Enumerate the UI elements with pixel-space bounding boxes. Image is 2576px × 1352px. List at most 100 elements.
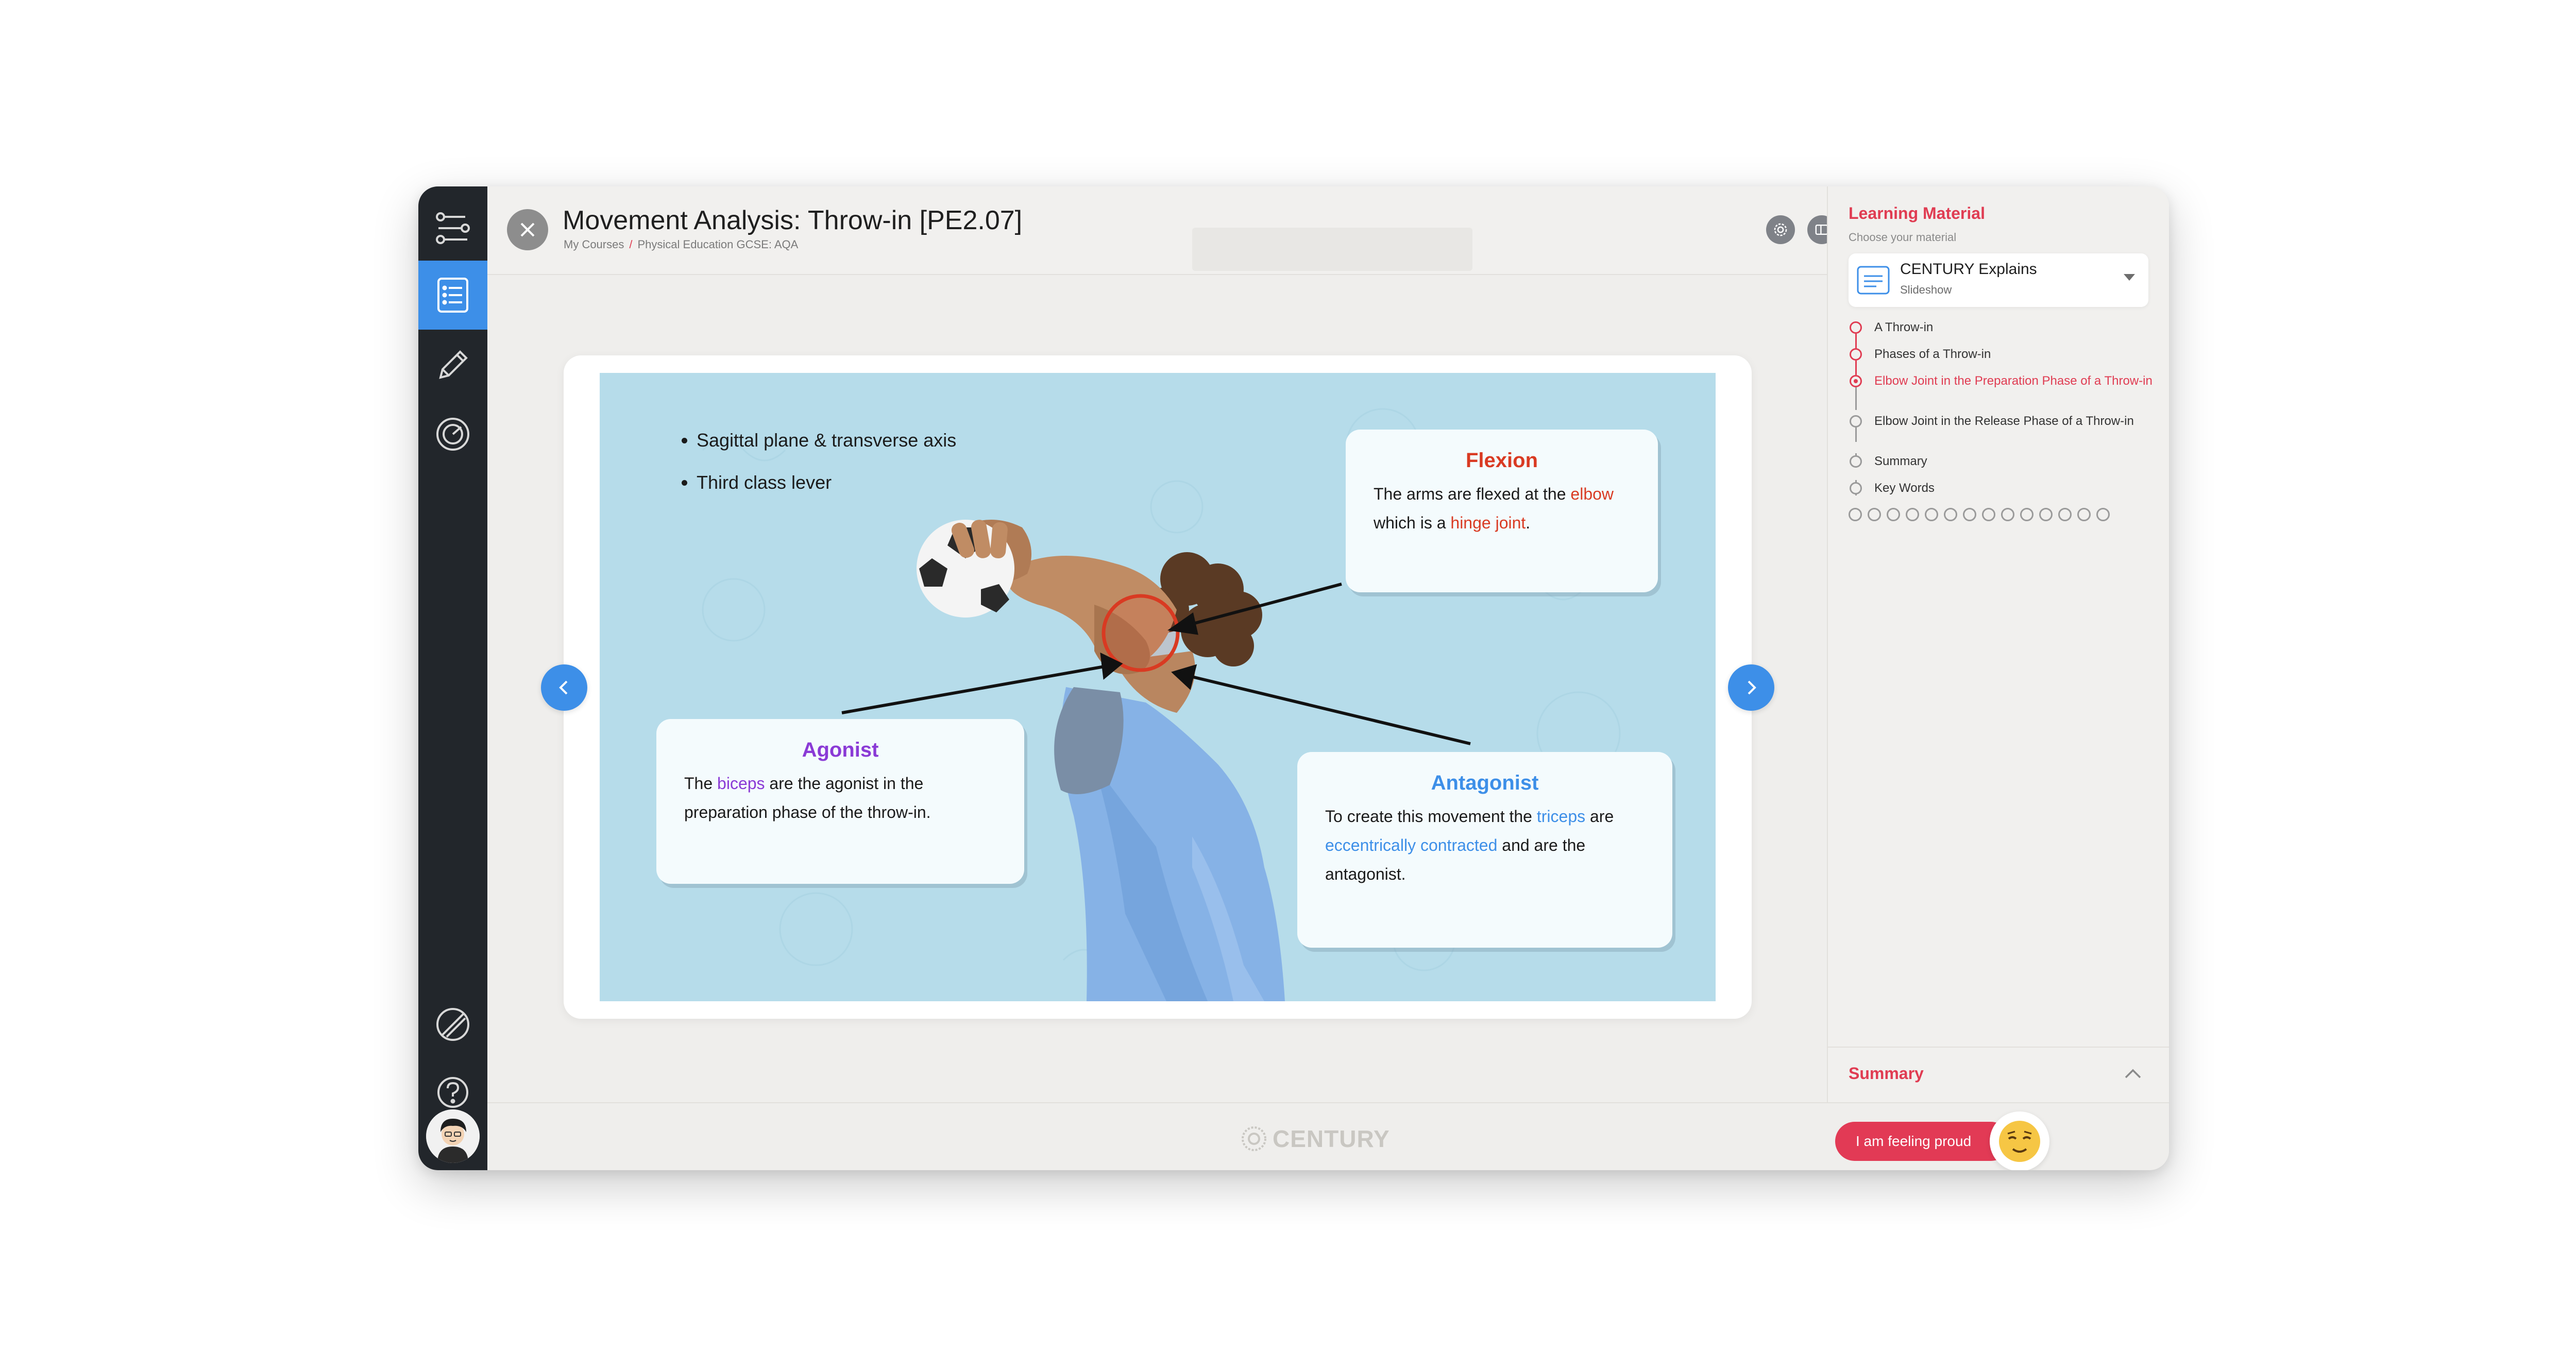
breadcrumb-separator: / [629, 238, 633, 251]
agonist-text-part: The [684, 774, 718, 793]
pencil-icon[interactable] [418, 331, 487, 400]
faded-tooltip [1192, 228, 1472, 271]
flexion-text-part: which is a [1374, 514, 1451, 532]
flexion-highlight-hinge-joint: hinge joint [1450, 514, 1526, 532]
step-label: Elbow Joint in the Release Phase of a Th… [1874, 414, 2134, 428]
step-connector [1855, 361, 1857, 375]
panel-title: Learning Material [1849, 204, 1985, 223]
chevron-down-icon [2124, 274, 2135, 281]
dashboard-gauge-icon[interactable] [418, 400, 487, 469]
breadcrumb: My Courses / Physical Education GCSE: AQA [564, 238, 798, 251]
app-window: Movement Analysis: Throw-in [PE2.07] My … [418, 186, 2169, 1170]
step-dot [1850, 375, 1862, 387]
flexion-text-part: . [1526, 514, 1531, 532]
breadcrumb-my-courses[interactable]: My Courses [564, 238, 624, 251]
panel-subtitle: Choose your material [1849, 231, 1957, 244]
progress-dot[interactable] [1963, 508, 1976, 521]
progress-dot[interactable] [2001, 508, 2014, 521]
feeling-button[interactable]: I am feeling proud [1835, 1122, 2010, 1161]
avatar[interactable] [426, 1109, 480, 1163]
step-item[interactable]: Phases of a Throw-in [1849, 347, 1991, 362]
chevron-left-icon [559, 680, 568, 695]
previous-slide-button[interactable] [541, 664, 587, 711]
bullet-item: Third class lever [697, 472, 956, 493]
progress-dot[interactable] [1868, 508, 1881, 521]
step-connector [1855, 426, 1857, 442]
slideshow-icon [1857, 266, 1890, 295]
antagonist-highlight-triceps: triceps [1536, 807, 1586, 826]
flexion-text-part: The arms are flexed at the [1374, 485, 1571, 503]
step-item[interactable]: Summary [1849, 454, 1927, 469]
flexion-highlight-elbow: elbow [1570, 485, 1614, 503]
progress-dot[interactable] [1887, 508, 1900, 521]
antagonist-highlight-eccentric: eccentrically contracted [1325, 836, 1498, 854]
material-select[interactable]: CENTURY Explains Slideshow [1849, 253, 2148, 307]
breadcrumb-course[interactable]: Physical Education GCSE: AQA [637, 238, 798, 251]
settings-icon[interactable] [1766, 215, 1795, 244]
progress-dot[interactable] [2020, 508, 2033, 521]
agonist-callout: Agonist The biceps are the agonist in th… [656, 719, 1024, 884]
step-item[interactable]: Key Words [1849, 481, 1935, 495]
step-item[interactable]: Elbow Joint in the Release Phase of a Th… [1849, 414, 2163, 429]
material-type: Slideshow [1900, 283, 1952, 296]
flexion-text: The arms are flexed at the elbow which i… [1374, 480, 1630, 537]
step-label: A Throw-in [1874, 320, 1934, 334]
slide-card: Sagittal plane & transverse axis Third c… [564, 355, 1752, 1019]
page-title: Movement Analysis: Throw-in [PE2.07] [563, 206, 1023, 235]
step-label: Phases of a Throw-in [1874, 347, 1991, 361]
step-label: Key Words [1874, 481, 1935, 495]
antagonist-text: To create this movement the triceps are … [1325, 802, 1645, 888]
pathway-icon[interactable] [418, 194, 487, 263]
proud-emoji-icon[interactable] [1990, 1111, 2049, 1170]
main-content: Movement Analysis: Throw-in [PE2.07] My … [487, 186, 1836, 1102]
chevron-right-icon [1748, 680, 1756, 695]
antagonist-text-part: To create this movement the [1325, 807, 1537, 826]
progress-dot[interactable] [1944, 508, 1957, 521]
chevron-up-icon[interactable] [2124, 1067, 2142, 1080]
agonist-highlight-biceps: biceps [717, 774, 765, 793]
nav-rail [418, 186, 487, 1170]
flexion-callout: Flexion The arms are flexed at the elbow… [1346, 430, 1658, 592]
progress-dot[interactable] [1849, 508, 1862, 521]
agonist-title: Agonist [802, 739, 879, 761]
century-logo-text: CENTURY [1273, 1125, 1390, 1152]
step-dot [1850, 321, 1862, 334]
agonist-text: The biceps are the agonist in the prepar… [684, 769, 996, 827]
century-logo: CENTURY [1241, 1125, 1390, 1153]
bullet-item: Sagittal plane & transverse axis [697, 430, 956, 451]
material-name: CENTURY Explains [1900, 261, 2037, 278]
step-label: Elbow Joint in the Preparation Phase of … [1874, 374, 2153, 388]
step-item-current[interactable]: Elbow Joint in the Preparation Phase of … [1849, 374, 2163, 388]
summary-label: Summary [1849, 1064, 1924, 1083]
course-list-icon[interactable] [418, 261, 487, 330]
slide-bullets: Sagittal plane & transverse axis Third c… [672, 430, 956, 514]
summary-section[interactable]: Summary [1828, 1047, 2169, 1103]
progress-dot[interactable] [2077, 508, 2091, 521]
step-dot [1850, 415, 1862, 427]
progress-dot[interactable] [1906, 508, 1919, 521]
progress-dot[interactable] [2039, 508, 2053, 521]
step-label: Summary [1874, 454, 1927, 468]
progress-dot[interactable] [2058, 508, 2072, 521]
step-dot [1850, 482, 1862, 494]
step-dot [1850, 455, 1862, 468]
antagonist-callout: Antagonist To create this movement the t… [1297, 752, 1672, 948]
no-entry-icon[interactable] [418, 990, 487, 1059]
step-item[interactable]: A Throw-in [1849, 320, 1933, 335]
step-connector [1855, 386, 1857, 410]
flexion-title: Flexion [1465, 449, 1538, 472]
close-button[interactable] [507, 209, 548, 250]
antagonist-title: Antagonist [1431, 772, 1539, 794]
slide-image: Sagittal plane & transverse axis Third c… [600, 373, 1716, 1001]
close-icon [520, 223, 535, 237]
slide-progress-dots [1849, 508, 2110, 521]
century-logo-icon [1242, 1126, 1266, 1151]
antagonist-text-part: are [1585, 807, 1614, 826]
footer-bar: CENTURY I am feeling proud [487, 1102, 2169, 1170]
next-slide-button[interactable] [1728, 664, 1774, 711]
learning-material-panel: Learning Material Choose your material C… [1827, 186, 2169, 1102]
progress-dot[interactable] [2096, 508, 2110, 521]
progress-dot[interactable] [1982, 508, 1995, 521]
step-dot [1850, 348, 1862, 361]
progress-dot[interactable] [1925, 508, 1938, 521]
